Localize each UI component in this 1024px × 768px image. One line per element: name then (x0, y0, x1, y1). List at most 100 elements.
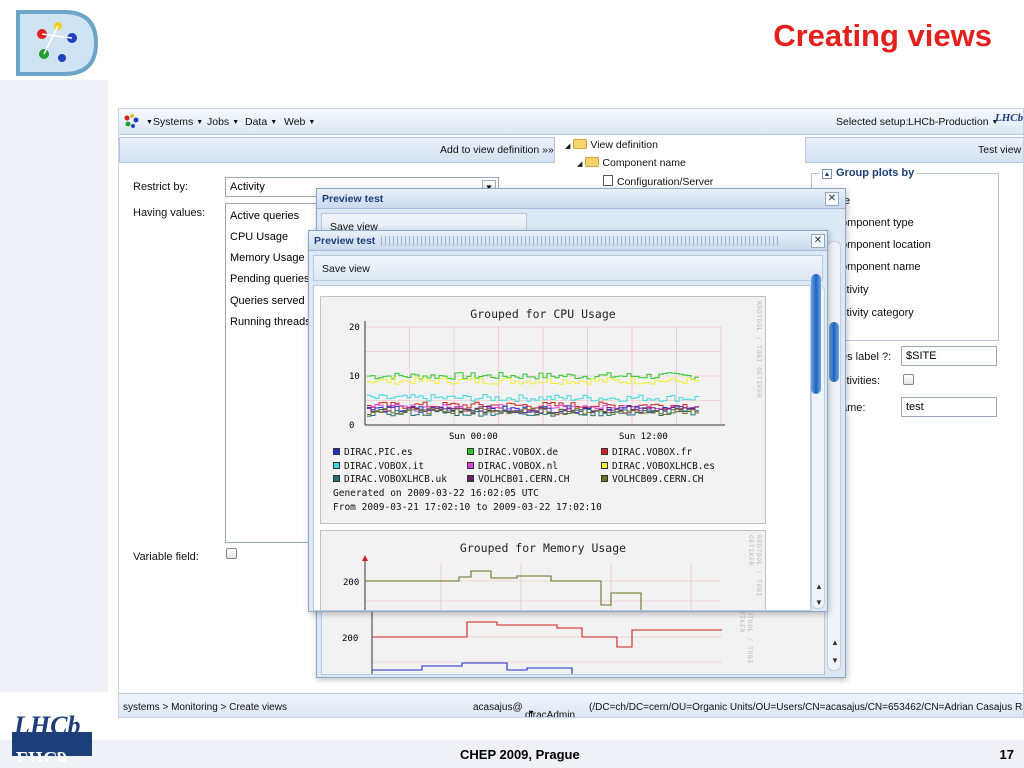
list-item[interactable]: Queries served (230, 295, 305, 307)
y-tick-label: 200 (342, 634, 358, 644)
dialog-scrollbar[interactable]: ▲ ▼ (827, 241, 841, 671)
cpu-usage-plot: Grouped for CPU Usage RRDTOOL / TOBI OET… (320, 296, 766, 524)
legend-label: DIRAC.VOBOX.de (478, 447, 559, 458)
svg-text:LHCb: LHCb (13, 711, 80, 740)
test-view-button[interactable]: Test view (978, 144, 1021, 156)
activities-label: ctivities: (841, 375, 881, 387)
group-item-activity-category[interactable]: ctivity category (841, 307, 914, 319)
footer-text: CHEP 2009, Prague (460, 747, 580, 762)
legend-label: VOLHCB01.CERN.CH (478, 474, 570, 485)
dialog-title-bar[interactable]: Preview test (309, 231, 827, 251)
scrollbar-thumb[interactable] (811, 274, 821, 394)
collapse-icon[interactable]: ▲ (822, 169, 832, 179)
legend-label: DIRAC.VOBOXLHCB.uk (344, 474, 447, 485)
scrollbar-thumb[interactable] (829, 322, 839, 382)
add-to-view-button[interactable]: Add to view definition »» (440, 144, 554, 156)
x-tick-label: Sun 00:00 (449, 432, 498, 442)
series-label-label: es label ?: (841, 351, 892, 363)
menu-data[interactable]: Data ▼ (245, 116, 277, 128)
legend-swatch (601, 461, 608, 469)
legend-item: DIRAC.VOBOXLHCB.uk (333, 474, 447, 485)
user-name: acasajus@ (473, 702, 523, 713)
legend-label: DIRAC.PIC.es (344, 447, 413, 458)
list-item[interactable]: Running threads (230, 316, 311, 328)
legend-item: DIRAC.VOBOX.fr (601, 447, 692, 458)
legend-item: DIRAC.VOBOX.it (333, 461, 424, 472)
legend-item: DIRAC.PIC.es (333, 447, 413, 458)
memory-usage-plot: Grouped for Memory Usage RRDTOOL / TOBI … (320, 530, 766, 610)
menu-systems[interactable]: Systems ▼ (153, 116, 203, 128)
svg-text:LHCb: LHCb (15, 747, 67, 762)
dirac-logo (16, 10, 99, 76)
menu-web[interactable]: Web ▼ (284, 116, 315, 128)
outer-scrollbar[interactable] (810, 274, 824, 396)
preview-dialog: Preview test ✕ Save view Grouped for CPU… (308, 230, 828, 612)
close-icon[interactable]: ✕ (825, 192, 839, 206)
y-tick-label: 20 (349, 323, 360, 333)
restrict-by-label: Restrict by: (133, 181, 189, 193)
close-icon[interactable]: ✕ (811, 234, 825, 248)
scroll-up-icon[interactable]: ▲ (815, 582, 823, 591)
having-values-label: Having values: (133, 207, 206, 219)
series-line (367, 377, 699, 385)
slide-title: Creating views (773, 18, 992, 53)
left-toolbar: Add to view definition »» (119, 137, 555, 163)
y-tick-label: 10 (349, 372, 360, 382)
right-toolbar: Test view (805, 137, 1023, 163)
dialog-content: Grouped for CPU Usage RRDTOOL / TOBI OET… (313, 285, 811, 611)
menubar: ▼ Systems ▼ Jobs ▼ Data ▼ Web ▼ Selected set… (119, 109, 1024, 135)
dirac-menu-caret[interactable]: ▼ (143, 116, 153, 128)
tree-component-name[interactable]: ◢ Component name (577, 157, 686, 169)
group-plots-title[interactable]: ▲ Group plots by (819, 167, 918, 179)
group-item-component-type[interactable]: omponent type (841, 217, 914, 229)
left-decor-band (0, 80, 108, 692)
scroll-down-icon[interactable]: ▼ (831, 656, 839, 665)
lhcb-logo: LHCb LHCb (12, 711, 92, 762)
setup-selector[interactable]: LHCb-Production ▼ (908, 116, 998, 128)
legend-swatch (333, 448, 340, 455)
legend-swatch (467, 448, 474, 455)
save-view-button[interactable]: Save view (322, 263, 370, 275)
folder-icon (585, 157, 600, 167)
group-item-component-location[interactable]: omponent location (841, 239, 931, 251)
statusbar: systems > Monitoring > Create views acas… (119, 693, 1023, 717)
scroll-up-icon[interactable]: ▲ (831, 638, 839, 647)
values-listbox[interactable]: Active queries CPU Usage Memory Usage Pe… (225, 203, 319, 543)
breadcrumb: systems > Monitoring > Create views (123, 702, 287, 713)
variable-field-checkbox[interactable] (226, 548, 237, 559)
list-item[interactable]: Pending queries (230, 273, 310, 285)
page-number: 17 (999, 747, 1014, 762)
dialog-toolbar: Save view (313, 255, 823, 281)
legend-swatch (601, 475, 608, 482)
lhcb-brand: LHCb (995, 112, 1024, 124)
selected-setup-label: Selected setup: (836, 116, 909, 128)
menu-jobs[interactable]: Jobs ▼ (207, 116, 239, 128)
group-item-component-name[interactable]: omponent name (841, 261, 921, 273)
legend-label: DIRAC.VOBOX.fr (612, 447, 693, 458)
y-tick-label: 0 (349, 421, 354, 431)
generated-line: Generated on 2009-03-22 16:02:05 UTC (333, 488, 539, 499)
series-label-input[interactable]: $SITE (901, 346, 997, 366)
legend-swatch (333, 461, 340, 469)
legend-item: DIRAC.VOBOX.nl (467, 461, 558, 472)
legend-item: DIRAC.VOBOXLHCB.es (601, 461, 715, 472)
list-item[interactable]: CPU Usage (230, 231, 288, 243)
activities-checkbox[interactable] (903, 374, 914, 385)
list-item[interactable]: Memory Usage (230, 252, 305, 264)
legend-swatch (601, 448, 608, 455)
legend-item: VOLHCB09.CERN.CH (601, 474, 704, 485)
scroll-down-icon[interactable]: ▼ (815, 598, 823, 607)
tree-configuration-server[interactable]: Configuration/Server (603, 175, 713, 188)
dialog-title-bar[interactable]: Preview test (317, 189, 845, 209)
tree-view-definition[interactable]: ◢ View definition (565, 139, 658, 151)
x-tick-label: Sun 12:00 (619, 432, 668, 442)
memory-plot-canvas: 200 (343, 555, 721, 610)
legend-item: DIRAC.VOBOX.de (467, 447, 558, 458)
dirac-menu-icon[interactable] (123, 113, 143, 132)
plot-credit: RRDTOOL / TOBI OETIKER (738, 602, 754, 664)
list-item[interactable]: Active queries (230, 210, 299, 222)
legend-item: VOLHCB01.CERN.CH (467, 474, 570, 485)
name-input[interactable]: test (901, 397, 997, 417)
y-tick-label: 200 (343, 578, 359, 588)
legend-swatch (333, 475, 340, 482)
